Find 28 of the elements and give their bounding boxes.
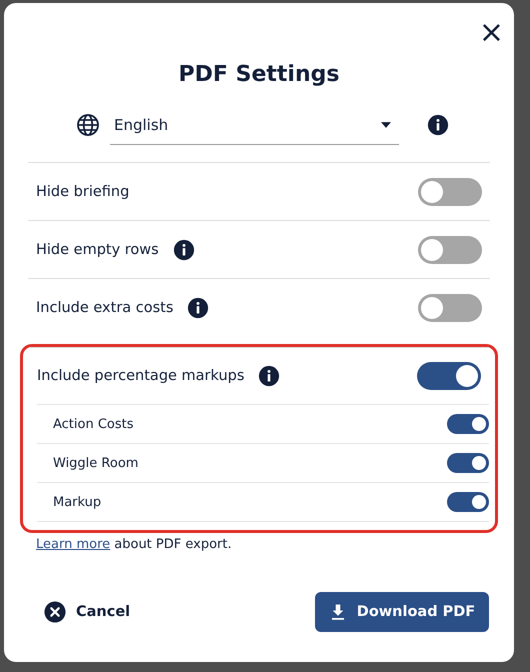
toggle-switch[interactable] — [417, 362, 481, 390]
toggle-switch[interactable] — [418, 178, 482, 206]
footnote-text: Learn more about PDF export. — [36, 537, 233, 552]
info-icon[interactable] — [172, 238, 195, 260]
info-icon[interactable] — [427, 114, 449, 136]
dialog-title: PDF Settings — [178, 61, 340, 89]
globe-icon — [76, 113, 100, 137]
toggle-switch[interactable] — [418, 236, 482, 264]
setting-label: Markup — [53, 494, 102, 510]
setting-label: Wiggle Room — [53, 456, 138, 470]
setting-label: Hide briefing — [36, 184, 130, 200]
info-icon[interactable] — [258, 365, 280, 387]
setting-label: Include extra costs — [36, 300, 174, 316]
toggle-switch[interactable] — [447, 453, 489, 473]
close-button[interactable]: × — [478, 19, 504, 47]
setting-label: Include percentage markups — [37, 368, 244, 384]
toggle-switch[interactable] — [447, 492, 489, 512]
download-button[interactable]: Download PDF — [315, 592, 489, 632]
close-icon — [44, 601, 66, 623]
toggle-switch[interactable] — [418, 294, 482, 322]
caret-icon — [381, 122, 391, 128]
info-icon[interactable] — [187, 296, 210, 318]
cancel-button[interactable]: Cancel — [44, 601, 130, 623]
setting-label: Action Costs — [53, 416, 134, 432]
toggle-switch[interactable] — [447, 414, 489, 434]
learn-more-link[interactable]: Learn more — [36, 537, 110, 552]
language-dropdown[interactable]: English — [110, 106, 399, 144]
setting-label: Hide empty rows — [36, 242, 159, 258]
